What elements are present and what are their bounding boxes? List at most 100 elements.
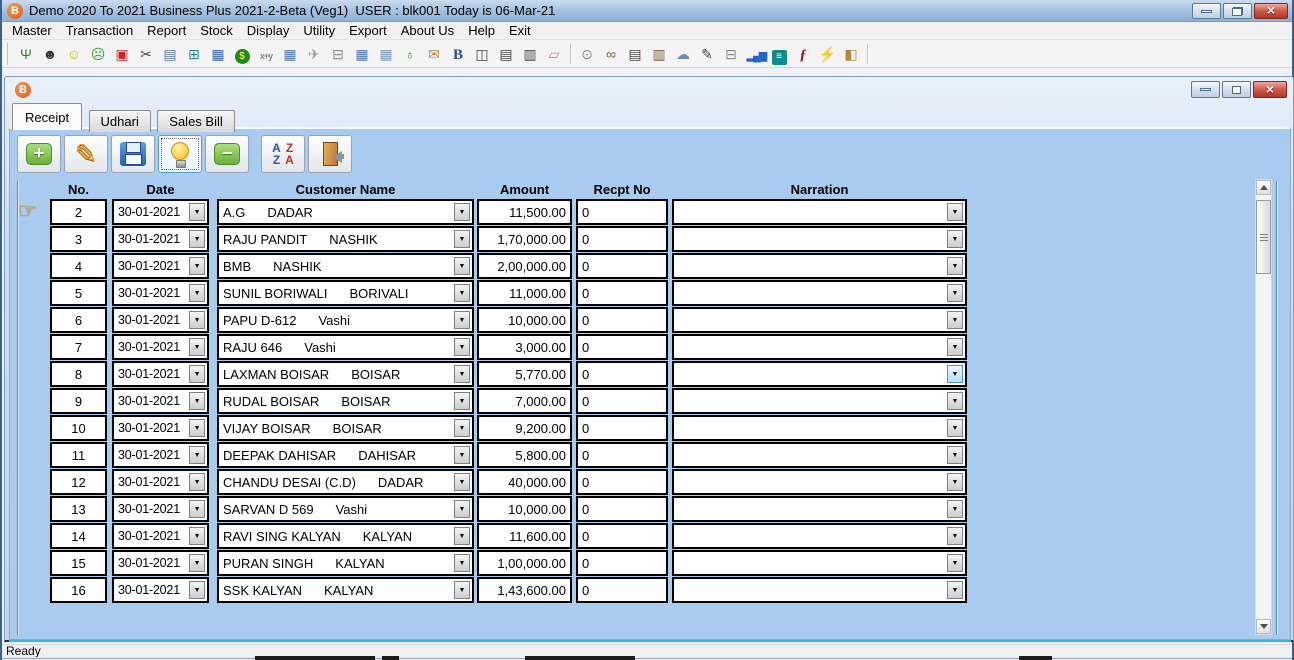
formula-icon[interactable]: x+y: [258, 44, 275, 64]
amount-field[interactable]: 9,200.00: [477, 415, 572, 441]
sort-az-button[interactable]: AZZA: [261, 135, 305, 173]
edit-button[interactable]: ✎: [64, 135, 108, 173]
chevron-down-icon[interactable]: [189, 500, 205, 518]
customer-combo[interactable]: RUDAL BOISARBOISAR: [217, 388, 474, 414]
menu-item[interactable]: Stock: [193, 22, 240, 40]
no-field[interactable]: 3: [50, 226, 107, 252]
amount-field[interactable]: 11,600.00: [477, 523, 572, 549]
customer-combo[interactable]: SSK KALYANKALYAN: [217, 577, 474, 603]
chevron-down-icon[interactable]: [947, 257, 963, 275]
spy-person-icon[interactable]: ☻: [42, 44, 59, 64]
menu-item[interactable]: Help: [461, 22, 502, 40]
bar-chart-icon[interactable]: ▂▄▆: [747, 44, 764, 64]
chevron-down-icon[interactable]: [947, 392, 963, 410]
date-combo[interactable]: 30-01-2021: [112, 280, 209, 306]
customer-combo[interactable]: PURAN SINGHKALYAN: [217, 550, 474, 576]
amount-field[interactable]: 1,43,600.00: [477, 577, 572, 603]
chevron-down-icon[interactable]: [189, 257, 205, 275]
customer-combo[interactable]: RAJU PANDITNASHIK: [217, 226, 474, 252]
chevron-down-icon[interactable]: [947, 554, 963, 572]
recpt-no-field[interactable]: 0: [576, 361, 668, 387]
customer-combo[interactable]: RAJU 646Vashi: [217, 334, 474, 360]
chevron-down-icon[interactable]: [454, 581, 470, 599]
menu-item[interactable]: Transaction: [59, 22, 140, 40]
date-combo[interactable]: 30-01-2021: [112, 307, 209, 333]
bold-icon[interactable]: B: [450, 44, 467, 64]
amount-field[interactable]: 1,00,000.00: [477, 550, 572, 576]
page-twelve-icon[interactable]: ▥: [522, 44, 539, 64]
save-button[interactable]: [111, 135, 155, 173]
no-field[interactable]: 6: [50, 307, 107, 333]
notepad-edit-icon[interactable]: ✎: [699, 44, 716, 64]
recpt-no-field[interactable]: 0: [576, 577, 668, 603]
chevron-down-icon[interactable]: [189, 446, 205, 464]
no-field[interactable]: 12: [50, 469, 107, 495]
chevron-down-icon[interactable]: [454, 338, 470, 356]
narration-combo[interactable]: [672, 388, 967, 414]
globe-truck-icon[interactable]: ♁: [402, 44, 419, 64]
chevron-down-icon[interactable]: [454, 203, 470, 221]
no-field[interactable]: 13: [50, 496, 107, 522]
table-icon[interactable]: ▦: [354, 44, 371, 64]
child-maximize-button[interactable]: [1222, 81, 1251, 98]
recpt-no-field[interactable]: 0: [576, 415, 668, 441]
narration-combo[interactable]: [672, 253, 967, 279]
chevron-down-icon[interactable]: [189, 311, 205, 329]
narration-combo[interactable]: [672, 280, 967, 306]
vertical-scrollbar[interactable]: [1255, 179, 1272, 635]
minimize-button[interactable]: [1192, 3, 1221, 19]
date-combo[interactable]: 30-01-2021: [112, 334, 209, 360]
narration-combo[interactable]: [672, 307, 967, 333]
no-field[interactable]: 16: [50, 577, 107, 603]
chevron-down-icon[interactable]: [189, 338, 205, 356]
function-icon[interactable]: ƒ: [795, 44, 812, 64]
toolbar-grip[interactable]: [5, 43, 8, 65]
chevron-down-icon[interactable]: [454, 311, 470, 329]
date-combo[interactable]: 30-01-2021: [112, 469, 209, 495]
menu-item[interactable]: Display: [240, 22, 297, 40]
scrollbar-thumb[interactable]: [1256, 200, 1271, 274]
database-search-icon[interactable]: ⊙: [579, 44, 596, 64]
child-close-button[interactable]: [1253, 81, 1287, 98]
customer-combo[interactable]: SUNIL BORIWALIBORIVALI: [217, 280, 474, 306]
customer-combo[interactable]: A.GDADAR: [217, 199, 474, 225]
date-combo[interactable]: 30-01-2021: [112, 415, 209, 441]
chevron-down-icon[interactable]: [454, 446, 470, 464]
amount-field[interactable]: 5,770.00: [477, 361, 572, 387]
narration-combo[interactable]: [672, 469, 967, 495]
narration-combo[interactable]: [672, 334, 967, 360]
chevron-down-icon[interactable]: [454, 257, 470, 275]
no-field[interactable]: 9: [50, 388, 107, 414]
chevron-down-icon[interactable]: [189, 365, 205, 383]
date-combo[interactable]: 30-01-2021: [112, 388, 209, 414]
palm-tree-icon[interactable]: Ψ: [18, 44, 35, 64]
amount-field[interactable]: 10,000.00: [477, 307, 572, 333]
server-export-icon[interactable]: ⊟: [723, 44, 740, 64]
chevron-down-icon[interactable]: [454, 500, 470, 518]
chevron-down-icon[interactable]: [947, 500, 963, 518]
date-combo[interactable]: 30-01-2021: [112, 550, 209, 576]
narration-combo[interactable]: [672, 550, 967, 576]
chevron-down-icon[interactable]: [947, 365, 963, 383]
chevron-down-icon[interactable]: [454, 527, 470, 545]
chevron-down-icon[interactable]: [454, 473, 470, 491]
customer-combo[interactable]: VIJAY BOISARBOISAR: [217, 415, 474, 441]
date-combo[interactable]: 30-01-2021: [112, 523, 209, 549]
narration-combo[interactable]: [672, 361, 967, 387]
menu-item[interactable]: Utility: [296, 22, 342, 40]
page-one-alt-icon[interactable]: ▤: [627, 44, 644, 64]
comment-bubble-icon[interactable]: ☁: [675, 44, 692, 64]
paper-plane-icon[interactable]: ✈: [306, 44, 323, 64]
chevron-down-icon[interactable]: [947, 203, 963, 221]
no-field[interactable]: 7: [50, 334, 107, 360]
date-combo[interactable]: 30-01-2021: [112, 361, 209, 387]
date-combo[interactable]: 30-01-2021: [112, 253, 209, 279]
recpt-no-field[interactable]: 0: [576, 307, 668, 333]
chevron-down-icon[interactable]: [454, 554, 470, 572]
customer-combo[interactable]: PAPU D-612Vashi: [217, 307, 474, 333]
amount-field[interactable]: 1,70,000.00: [477, 226, 572, 252]
glasses-icon[interactable]: ∞: [603, 44, 620, 64]
amount-field[interactable]: 3,000.00: [477, 334, 572, 360]
no-field[interactable]: 4: [50, 253, 107, 279]
database-copy-icon[interactable]: ⊟: [330, 44, 347, 64]
